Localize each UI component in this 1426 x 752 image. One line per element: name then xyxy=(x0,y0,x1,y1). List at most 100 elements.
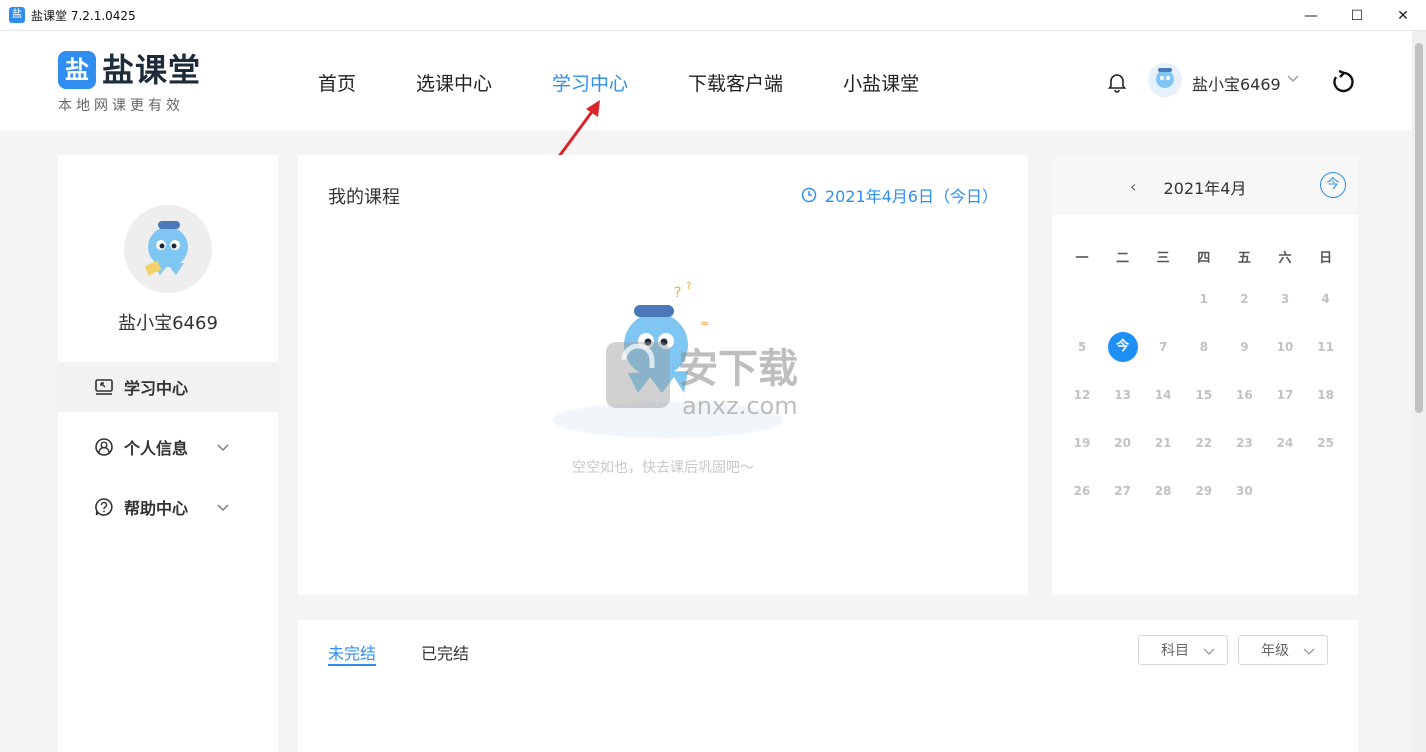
sidebar-item-label: 个人信息 xyxy=(124,439,189,458)
sidebar-item-help-center[interactable]: 帮助中心 xyxy=(58,482,278,532)
calendar-day[interactable]: 9 xyxy=(1224,333,1264,361)
sidebar-item-study-center[interactable]: 学习中心 xyxy=(58,362,278,412)
logo-name: 盐课堂 xyxy=(102,51,202,89)
watermark: 安下载 anxz.com xyxy=(606,342,798,420)
main-nav: 首页 选课中心 学习中心 下载客户端 小盐课堂 xyxy=(318,69,979,96)
maximize-button[interactable]: ☐ xyxy=(1334,0,1380,31)
window-title: 盐课堂 7.2.1.0425 xyxy=(31,8,136,23)
nav-study-center[interactable]: 学习中心 xyxy=(552,69,628,96)
calendar-day[interactable]: 22 xyxy=(1184,429,1224,457)
window-controls: — ☐ ✕ xyxy=(1288,0,1426,31)
calendar-day[interactable]: 5 xyxy=(1062,333,1102,361)
chevron-down-icon xyxy=(217,444,229,451)
logo-mark: 盐 xyxy=(58,51,96,89)
nav-download-client[interactable]: 下载客户端 xyxy=(688,69,783,96)
calendar-day[interactable]: 18 xyxy=(1306,381,1346,409)
nav-course-selection[interactable]: 选课中心 xyxy=(416,69,492,96)
bell-icon[interactable] xyxy=(1106,71,1128,93)
tab-unfinished[interactable]: 未完结 xyxy=(328,640,376,664)
sidebar-user-name: 盐小宝6469 xyxy=(118,313,218,334)
logo-slogan: 本地网课更有效 xyxy=(58,98,184,114)
calendar-day[interactable]: 27 xyxy=(1103,477,1143,505)
calendar-day[interactable]: 15 xyxy=(1184,381,1224,409)
calendar-day[interactable]: 25 xyxy=(1306,429,1346,457)
calendar-day[interactable]: 12 xyxy=(1062,381,1102,409)
calendar-day[interactable]: 2 xyxy=(1224,285,1264,313)
calendar-day[interactable]: 30 xyxy=(1224,477,1264,505)
watermark-domain: anxz.com xyxy=(682,392,798,420)
active-tab-indicator xyxy=(328,664,376,666)
avatar[interactable] xyxy=(1148,63,1182,97)
minimize-button[interactable]: — xyxy=(1288,0,1334,31)
grade-filter[interactable]: 年级 xyxy=(1238,635,1328,665)
subject-filter-label: 科目 xyxy=(1161,643,1189,659)
app-header: 盐 盐课堂 本地网课更有效 首页 选课中心 学习中心 下载客户端 小盐课堂 盐小… xyxy=(0,31,1412,131)
watermark-text: 安下载 xyxy=(678,346,798,392)
calendar-day[interactable]: 19 xyxy=(1062,429,1102,457)
grade-filter-label: 年级 xyxy=(1261,643,1289,659)
calendar-today-button[interactable]: 今 xyxy=(1320,172,1346,198)
app-icon: 盐 xyxy=(9,7,25,23)
calendar-day[interactable]: 21 xyxy=(1143,429,1183,457)
calendar: ‹ 2021年4月 › 今 一二三四五六日 1 2 3 4 5 今 7 8 9 10 11 12 13 1… xyxy=(1052,155,1358,595)
calendar-day[interactable]: 23 xyxy=(1224,429,1264,457)
calendar-next-button[interactable]: › xyxy=(1238,177,1244,196)
calendar-day[interactable]: 3 xyxy=(1265,285,1305,313)
chevron-down-icon xyxy=(1303,648,1315,655)
svg-text:?: ? xyxy=(674,285,681,301)
calendar-month: 2021年4月 xyxy=(1163,179,1247,198)
calendar-weekday: 五 xyxy=(1237,251,1251,266)
subject-filter[interactable]: 科目 xyxy=(1138,635,1228,665)
sidebar-item-label: 学习中心 xyxy=(124,379,189,398)
card-title: 我的课程 xyxy=(328,187,400,208)
today-date[interactable]: 2021年4月6日（今日） xyxy=(801,183,998,207)
chevron-down-icon xyxy=(1203,648,1215,655)
calendar-grid: 1 2 3 4 5 今 7 8 9 10 11 12 13 14 15 16 17 18 19 20 21 22 23 24 2… xyxy=(1062,285,1356,545)
study-icon xyxy=(95,379,113,395)
calendar-weekdays: 一二三四五六日 xyxy=(1062,247,1356,267)
title-bar: 盐 盐课堂 7.2.1.0425 — ☐ ✕ xyxy=(0,0,1426,31)
calendar-weekday: 一 xyxy=(1075,251,1089,266)
calendar-weekday: 二 xyxy=(1116,251,1130,266)
calendar-today[interactable]: 今 xyxy=(1103,332,1143,362)
header-user-name[interactable]: 盐小宝6469 xyxy=(1192,71,1281,95)
vertical-scrollbar[interactable] xyxy=(1412,31,1426,752)
calendar-day[interactable]: 14 xyxy=(1143,381,1183,409)
svg-text:?: ? xyxy=(686,281,691,292)
clock-icon xyxy=(801,187,817,203)
calendar-weekday: 日 xyxy=(1319,251,1333,266)
close-button[interactable]: ✕ xyxy=(1380,0,1426,31)
tab-finished[interactable]: 已完结 xyxy=(421,640,469,664)
scroll-thumb[interactable] xyxy=(1415,43,1423,413)
calendar-day[interactable]: 1 xyxy=(1184,285,1224,313)
sidebar-avatar xyxy=(124,205,212,293)
calendar-day[interactable]: 29 xyxy=(1184,477,1224,505)
calendar-day[interactable]: 28 xyxy=(1143,477,1183,505)
calendar-day[interactable]: 20 xyxy=(1103,429,1143,457)
empty-state-text: 空空如也，快去课后巩固吧～ xyxy=(572,460,754,476)
calendar-day[interactable]: 4 xyxy=(1306,285,1346,313)
calendar-day[interactable]: 8 xyxy=(1184,333,1224,361)
calendar-day[interactable]: 26 xyxy=(1062,477,1102,505)
calendar-day[interactable]: 13 xyxy=(1103,381,1143,409)
calendar-day[interactable]: 10 xyxy=(1265,333,1305,361)
chevron-down-icon[interactable] xyxy=(1286,71,1300,85)
help-icon xyxy=(95,498,113,516)
nav-xiaoyan-classroom[interactable]: 小盐课堂 xyxy=(843,69,919,96)
calendar-day[interactable]: 7 xyxy=(1143,333,1183,361)
calendar-day[interactable]: 17 xyxy=(1265,381,1305,409)
refresh-icon[interactable] xyxy=(1330,69,1356,95)
calendar-weekday: 四 xyxy=(1197,251,1211,266)
calendar-weekday: 六 xyxy=(1278,251,1292,266)
calendar-day[interactable]: 11 xyxy=(1306,333,1346,361)
chevron-down-icon xyxy=(217,504,229,511)
course-list-card: 未完结 已完结 科目 年级 xyxy=(298,620,1358,752)
calendar-weekday: 三 xyxy=(1156,251,1170,266)
svg-text:≈: ≈ xyxy=(700,317,709,330)
calendar-day[interactable]: 16 xyxy=(1224,381,1264,409)
nav-home[interactable]: 首页 xyxy=(318,69,356,96)
date-label: 2021年4月6日（今日） xyxy=(824,187,998,206)
calendar-day[interactable]: 24 xyxy=(1265,429,1305,457)
sidebar-item-personal-info[interactable]: 个人信息 xyxy=(58,422,278,472)
sidebar-item-label: 帮助中心 xyxy=(124,499,189,518)
